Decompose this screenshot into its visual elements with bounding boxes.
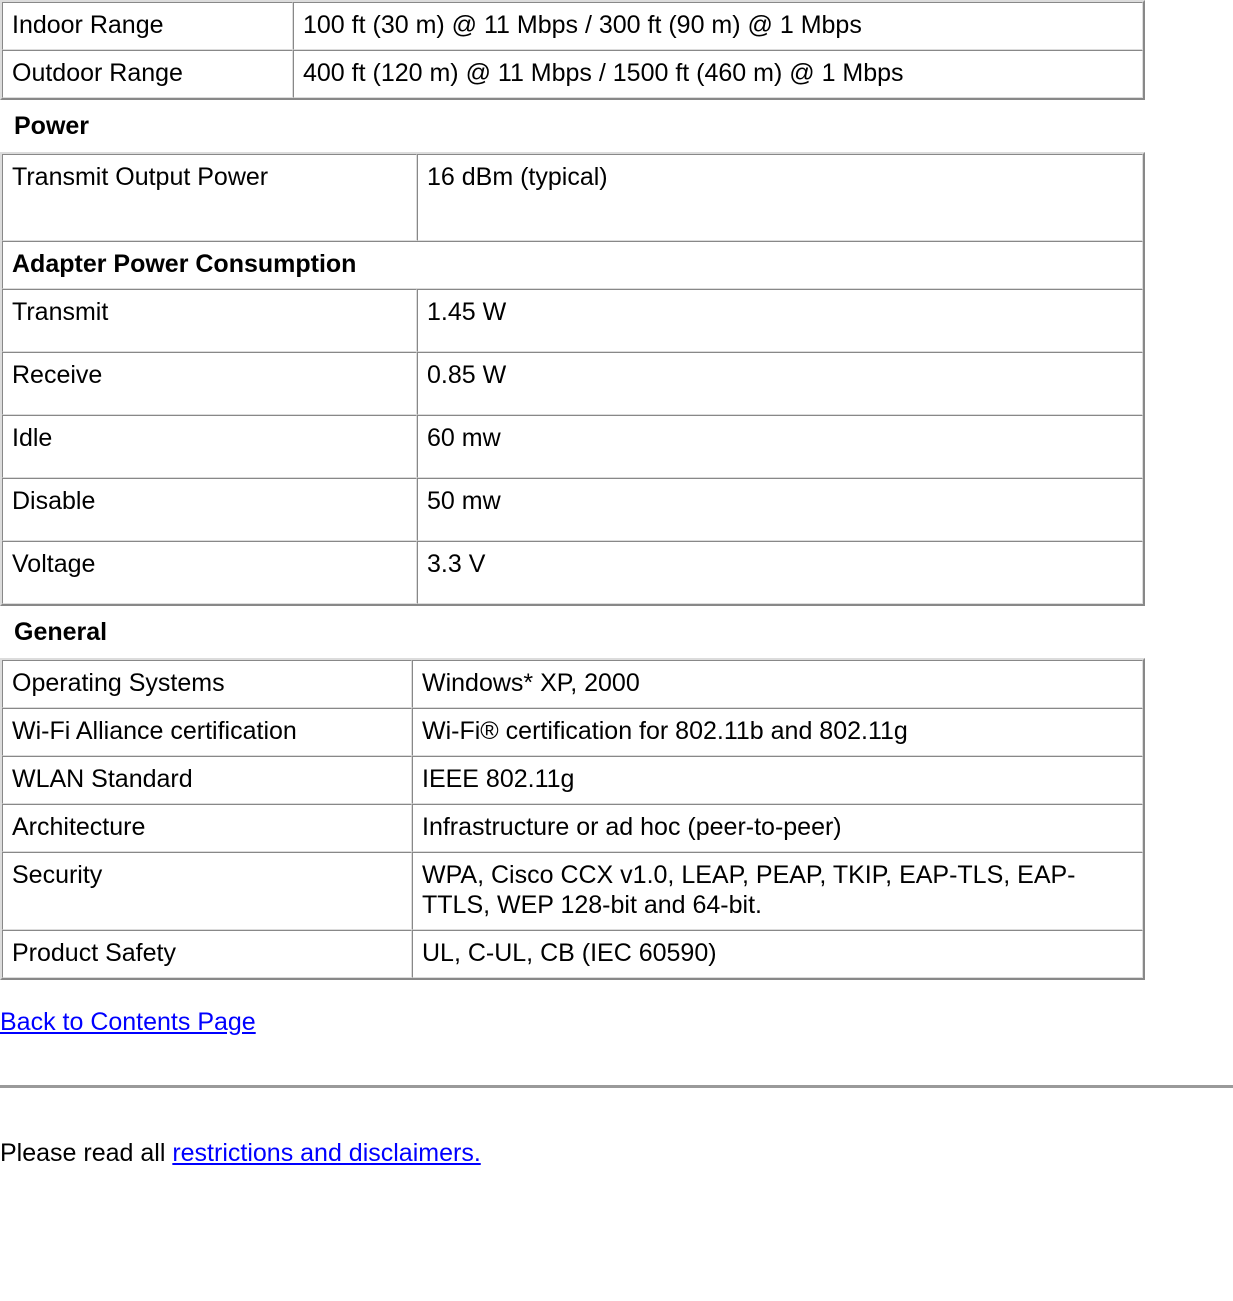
- post-divider-spacer: [0, 1088, 1233, 1138]
- disclaimer-prefix-text: Please read all: [0, 1139, 173, 1167]
- back-to-contents-paragraph: Back to Contents Page: [0, 1007, 1233, 1037]
- row-label-wlan-standard: WLAN Standard: [2, 756, 412, 804]
- table-row: Architecture Infrastructure or ad hoc (p…: [2, 804, 1143, 852]
- table-row: Idle 60 mw: [2, 415, 1143, 478]
- row-label-architecture: Architecture: [2, 804, 412, 852]
- power-specification-table: Transmit Output Power 16 dBm (typical) A…: [0, 152, 1145, 606]
- row-value-outdoor-range: 400 ft (120 m) @ 11 Mbps / 1500 ft (460 …: [293, 50, 1143, 98]
- page-content: Indoor Range 100 ft (30 m) @ 11 Mbps / 3…: [0, 0, 1233, 1168]
- table-row-adapter-power-consumption: Adapter Power Consumption: [2, 241, 1143, 289]
- disclaimer-paragraph: Please read all restrictions and disclai…: [0, 1138, 1233, 1168]
- section-heading-general: General: [14, 618, 108, 646]
- row-value-receive: 0.85 W: [417, 352, 1143, 415]
- section-heading-power: Power: [14, 112, 90, 140]
- range-specification-table: Indoor Range 100 ft (30 m) @ 11 Mbps / 3…: [0, 0, 1145, 100]
- row-label-transmit-output-power: Transmit Output Power: [2, 154, 417, 241]
- table-row: Indoor Range 100 ft (30 m) @ 11 Mbps / 3…: [2, 2, 1143, 50]
- row-label-operating-systems: Operating Systems: [2, 660, 412, 708]
- row-value-security: WPA, Cisco CCX v1.0, LEAP, PEAP, TKIP, E…: [412, 852, 1143, 930]
- table-row: Product Safety UL, C-UL, CB (IEC 60590): [2, 930, 1143, 978]
- table-row: Voltage 3.3 V: [2, 541, 1143, 604]
- row-value-operating-systems: Windows* XP, 2000: [412, 660, 1143, 708]
- row-label-idle: Idle: [2, 415, 417, 478]
- row-value-wlan-standard: IEEE 802.11g: [412, 756, 1143, 804]
- row-label-security: Security: [2, 852, 412, 930]
- table-row: Operating Systems Windows* XP, 2000: [2, 660, 1143, 708]
- row-label-receive: Receive: [2, 352, 417, 415]
- table-row: Receive 0.85 W: [2, 352, 1143, 415]
- table-row: WLAN Standard IEEE 802.11g: [2, 756, 1143, 804]
- restrictions-and-disclaimers-link[interactable]: restrictions and disclaimers.: [172, 1139, 480, 1167]
- row-label-voltage: Voltage: [2, 541, 417, 604]
- row-label-wifi-alliance-certification: Wi-Fi Alliance certification: [2, 708, 412, 756]
- table-row: Security WPA, Cisco CCX v1.0, LEAP, PEAP…: [2, 852, 1143, 930]
- table-row: Wi-Fi Alliance certification Wi-Fi® cert…: [2, 708, 1143, 756]
- row-label-outdoor-range: Outdoor Range: [2, 50, 293, 98]
- row-value-architecture: Infrastructure or ad hoc (peer-to-peer): [412, 804, 1143, 852]
- row-label-indoor-range: Indoor Range: [2, 2, 293, 50]
- table-row: Transmit 1.45 W: [2, 289, 1143, 352]
- subsection-heading-adapter-power-consumption: Adapter Power Consumption: [2, 241, 1143, 289]
- table-row: Transmit Output Power 16 dBm (typical): [2, 154, 1143, 241]
- row-label-transmit: Transmit: [2, 289, 417, 352]
- row-value-transmit-output-power: 16 dBm (typical): [417, 154, 1143, 241]
- footer-spacer: [0, 980, 1233, 1007]
- row-value-disable: 50 mw: [417, 478, 1143, 541]
- table-row: Disable 50 mw: [2, 478, 1143, 541]
- row-value-idle: 60 mw: [417, 415, 1143, 478]
- row-value-product-safety: UL, C-UL, CB (IEC 60590): [412, 930, 1143, 978]
- row-label-disable: Disable: [2, 478, 417, 541]
- row-label-product-safety: Product Safety: [2, 930, 412, 978]
- row-value-voltage: 3.3 V: [417, 541, 1143, 604]
- row-value-indoor-range: 100 ft (30 m) @ 11 Mbps / 300 ft (90 m) …: [293, 2, 1143, 50]
- row-value-transmit: 1.45 W: [417, 289, 1143, 352]
- table-row: Outdoor Range 400 ft (120 m) @ 11 Mbps /…: [2, 50, 1143, 98]
- row-value-wifi-alliance-certification: Wi-Fi® certification for 802.11b and 802…: [412, 708, 1143, 756]
- back-to-contents-link[interactable]: Back to Contents Page: [0, 1008, 256, 1036]
- general-specification-table: Operating Systems Windows* XP, 2000 Wi-F…: [0, 658, 1145, 980]
